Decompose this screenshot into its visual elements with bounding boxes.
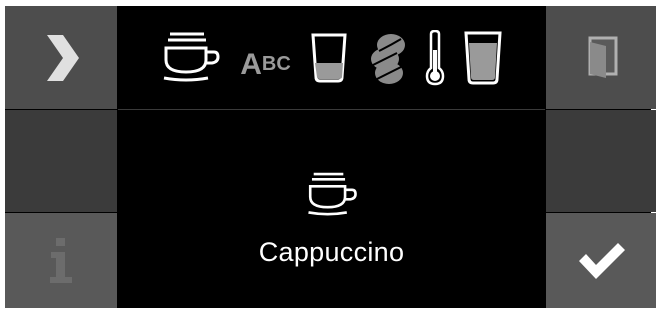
milk-glass-icon[interactable] [463,31,503,85]
abc-label-big: A [240,47,262,81]
abc-label-small: BC [261,53,291,75]
display-frame: A BC Cappuccino [5,6,656,308]
info-icon [50,237,72,283]
cup-icon-large [305,172,359,223]
blank-left-button [5,110,117,212]
info-button[interactable] [5,213,117,308]
thermometer-icon[interactable] [425,29,445,86]
parameter-bar: A BC [118,6,545,110]
drink-display: Cappuccino [118,110,545,308]
abc-name-icon[interactable]: A BC [240,48,291,82]
drink-name: Cappuccino [258,237,405,267]
cup-icon[interactable] [160,32,222,84]
chevron-right-icon [47,34,79,81]
confirm-button[interactable] [546,213,656,308]
exit-button[interactable] [546,6,656,109]
blank-right-button [546,110,656,212]
coffee-beans-icon[interactable] [367,31,407,85]
door-exit-icon [588,36,618,78]
glass-amount-icon[interactable] [309,33,349,83]
checkmark-icon [579,242,625,279]
next-button[interactable] [5,6,117,109]
